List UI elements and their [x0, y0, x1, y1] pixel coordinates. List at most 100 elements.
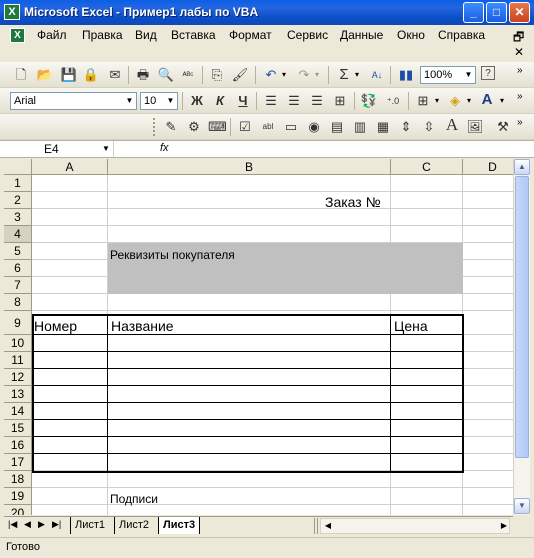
worksheet-grid[interactable]: A B C D 1 2 3 4 5 6 7 8 9 10 11 12 13 14…	[4, 159, 513, 515]
row-header[interactable]: 5	[4, 243, 32, 260]
column-header-a[interactable]: A	[32, 159, 108, 175]
font-color-dropdown-icon[interactable]: ▾	[500, 96, 504, 105]
sheet-tab-3-active[interactable]: Лист3	[158, 517, 201, 534]
menu-tools[interactable]: Сервис	[287, 28, 328, 42]
row-header[interactable]: 14	[4, 403, 32, 420]
row-header[interactable]: 2	[4, 192, 32, 209]
scroll-right-icon[interactable]: ▶	[497, 519, 511, 533]
merge-center-icon[interactable]: ⊞	[331, 92, 349, 110]
maximize-button[interactable]: □	[486, 2, 507, 23]
menu-data[interactable]: Данные	[340, 28, 383, 42]
vertical-scrollbar[interactable]: ▲ ▼	[513, 159, 530, 515]
image-control-icon[interactable]: 🖼	[466, 118, 484, 136]
toolbar-options-icon[interactable]: »	[517, 65, 523, 76]
increase-decimal-icon[interactable]: ⁺.0	[384, 92, 402, 110]
document-icon[interactable]: X	[10, 28, 25, 43]
print-preview-icon[interactable]: 🔍	[157, 66, 175, 84]
toolbar-options-icon[interactable]: »	[517, 117, 523, 128]
row-header[interactable]: 4	[4, 226, 32, 243]
menu-insert[interactable]: Вставка	[171, 28, 216, 42]
menu-format[interactable]: Формат	[229, 28, 272, 42]
fill-color-icon[interactable]: ◈	[446, 92, 464, 110]
undo-icon[interactable]: ↶	[262, 66, 280, 84]
close-button[interactable]: ✕	[509, 2, 530, 23]
sheet-tab-2[interactable]: Лист2	[114, 517, 153, 534]
row-header[interactable]: 11	[4, 352, 32, 369]
horizontal-scrollbar[interactable]: ◀ ▶	[320, 518, 510, 534]
borders-dropdown-icon[interactable]: ▾	[435, 96, 439, 105]
open-folder-icon[interactable]: 📂	[36, 66, 54, 84]
menu-view[interactable]: Вид	[135, 28, 157, 42]
sort-ascending-icon[interactable]: A↓	[368, 66, 386, 84]
insert-function-icon[interactable]: fx	[160, 142, 169, 154]
format-painter-icon[interactable]: 🖌	[231, 66, 249, 84]
italic-button[interactable]: К	[211, 92, 229, 110]
email-icon[interactable]: ✉	[106, 66, 124, 84]
excel-app-icon[interactable]: X	[4, 4, 20, 20]
print-icon[interactable]: 🖶	[134, 66, 152, 84]
combobox-icon[interactable]: ▥	[351, 118, 369, 136]
align-left-icon[interactable]: ☰	[262, 92, 280, 110]
font-color-icon[interactable]: A	[478, 91, 496, 109]
row-header[interactable]: 19	[4, 488, 32, 505]
name-box[interactable]: E4 ▼	[4, 141, 114, 157]
row-header[interactable]: 12	[4, 369, 32, 386]
toolbar-options-icon[interactable]: »	[517, 91, 523, 102]
spelling-icon[interactable]: ᴬᴮᶜ	[179, 66, 197, 84]
tab-split-handle[interactable]	[314, 518, 318, 534]
code-icon[interactable]: ⌨	[208, 118, 227, 136]
chart-wizard-icon[interactable]: ▮▮	[397, 66, 415, 84]
menu-help[interactable]: Справка	[438, 28, 485, 42]
column-header-c[interactable]: C	[391, 159, 463, 175]
align-center-icon[interactable]: ☰	[285, 92, 303, 110]
row-header[interactable]: 17	[4, 454, 32, 471]
scrollbar-thumb[interactable]	[515, 176, 529, 458]
menu-edit[interactable]: Правка	[82, 28, 123, 42]
label-control-icon[interactable]: A	[443, 116, 461, 134]
doc-close-icon[interactable]: ✕	[514, 45, 524, 59]
currency-icon[interactable]: 💱	[360, 92, 378, 110]
font-name-select[interactable]: Arial ▼	[10, 92, 137, 110]
more-controls-icon[interactable]: ⚒	[494, 118, 512, 136]
row-header[interactable]: 9	[4, 311, 32, 335]
underline-button[interactable]: Ч	[234, 92, 252, 110]
help-icon[interactable]: ?	[481, 66, 495, 80]
row-header[interactable]: 16	[4, 437, 32, 454]
fill-color-dropdown-icon[interactable]: ▾	[467, 96, 471, 105]
row-header[interactable]: 13	[4, 386, 32, 403]
undo-dropdown-icon[interactable]: ▾	[282, 70, 286, 79]
bold-button[interactable]: Ж	[188, 92, 206, 110]
first-sheet-icon[interactable]: |◀	[8, 519, 17, 530]
row-header[interactable]: 6	[4, 260, 32, 277]
formula-input[interactable]	[176, 141, 532, 157]
new-document-icon[interactable]: 🗋	[12, 66, 30, 84]
toolbar-grip[interactable]	[153, 118, 155, 136]
save-icon[interactable]: 💾	[60, 66, 78, 84]
minimize-button[interactable]: _	[463, 2, 484, 23]
column-header-b[interactable]: B	[108, 159, 391, 175]
control-properties-icon[interactable]: ⚙	[185, 118, 203, 136]
row-header[interactable]: 1	[4, 175, 32, 192]
row-header[interactable]: 15	[4, 420, 32, 437]
listbox-icon[interactable]: ▤	[328, 118, 346, 136]
copy-icon[interactable]: ⎘	[208, 66, 226, 84]
menu-file[interactable]: Файл	[37, 28, 67, 42]
prev-sheet-icon[interactable]: ◀	[24, 519, 31, 530]
next-sheet-icon[interactable]: ▶	[38, 519, 45, 530]
toggle-button-icon[interactable]: ▦	[374, 118, 392, 136]
scroll-left-icon[interactable]: ◀	[321, 519, 335, 533]
textbox-control-icon[interactable]: abl	[259, 118, 277, 136]
row-header[interactable]: 8	[4, 294, 32, 311]
column-header-d[interactable]: D	[463, 159, 513, 175]
chevron-down-icon[interactable]: ▼	[102, 144, 110, 153]
row-header[interactable]: 3	[4, 209, 32, 226]
select-all-corner[interactable]	[4, 159, 32, 175]
scroll-up-icon[interactable]: ▲	[514, 159, 530, 175]
items-table[interactable]	[32, 314, 464, 473]
spinner-icon[interactable]: ⇕	[397, 118, 415, 136]
align-right-icon[interactable]: ☰	[308, 92, 326, 110]
font-size-select[interactable]: 10 ▼	[140, 92, 178, 110]
last-sheet-icon[interactable]: ▶|	[52, 519, 61, 530]
edit-control-icon[interactable]: ✎	[162, 118, 180, 136]
row-header[interactable]: 10	[4, 335, 32, 352]
